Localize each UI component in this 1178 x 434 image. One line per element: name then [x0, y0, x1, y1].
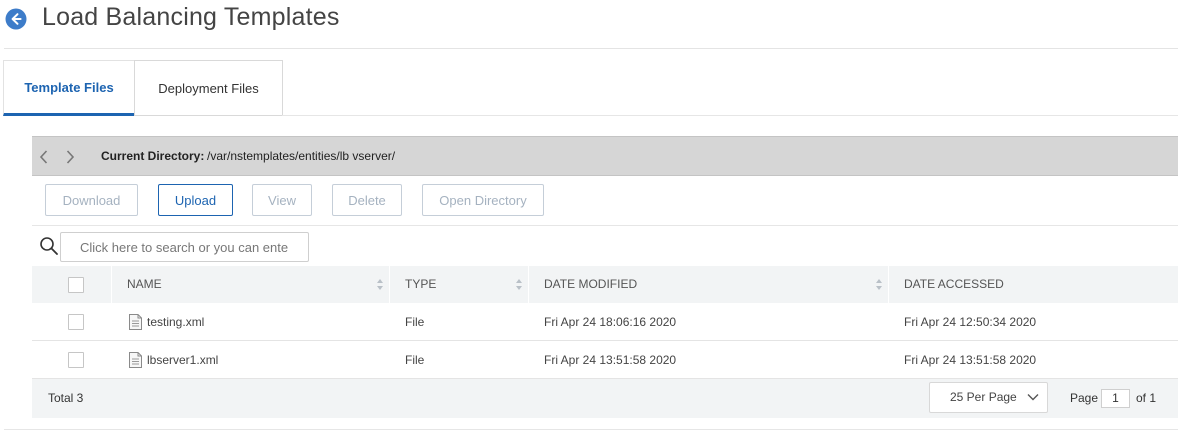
file-icon	[129, 314, 142, 330]
chevron-right-icon[interactable]	[62, 147, 78, 167]
view-button[interactable]: View	[252, 184, 312, 216]
date-modified: Fri Apr 24 13:51:58 2020	[544, 353, 677, 367]
page-number-input[interactable]: 1	[1101, 389, 1130, 408]
tab-deployment-files[interactable]: Deployment Files	[134, 60, 283, 116]
sort-icon[interactable]	[875, 278, 883, 291]
date-modified: Fri Apr 24 18:06:16 2020	[544, 315, 677, 329]
table-header: NAME TYPE DATE MODIFIED DATE ACCESSED	[32, 266, 1178, 303]
directory-bar: Current Directory: /var/nstemplates/enti…	[32, 136, 1178, 176]
file-name[interactable]: lbserver1.xml	[147, 341, 218, 379]
tabs-divider	[282, 115, 1178, 116]
page-title: Load Balancing Templates	[42, 3, 340, 31]
search-icon	[40, 237, 58, 255]
search-input[interactable]	[60, 232, 309, 262]
page-of-total: of 1	[1136, 391, 1157, 405]
file-name[interactable]: testing.xml	[147, 303, 204, 341]
total-count: Total 3	[48, 391, 84, 405]
file-browser-panel: Current Directory: /var/nstemplates/enti…	[32, 136, 1178, 418]
sort-icon[interactable]	[376, 278, 384, 291]
bottom-divider	[4, 429, 1178, 430]
column-divider	[389, 266, 390, 303]
open-directory-button[interactable]: Open Directory	[422, 184, 544, 216]
column-divider	[111, 266, 112, 303]
table-row[interactable]: testing.xml File Fri Apr 24 18:06:16 202…	[32, 303, 1178, 341]
tab-template-files[interactable]: Template Files	[3, 60, 134, 116]
sort-icon[interactable]	[515, 278, 523, 291]
download-button[interactable]: Download	[45, 184, 138, 216]
chevron-down-icon	[1027, 394, 1039, 401]
file-type: File	[405, 353, 425, 367]
delete-button[interactable]: Delete	[332, 184, 402, 216]
column-header-name[interactable]: NAME	[127, 266, 162, 303]
row-checkbox[interactable]	[68, 352, 84, 368]
header-divider	[4, 48, 1178, 49]
current-directory-path: /var/nstemplates/entities/lb vserver/	[207, 149, 396, 163]
back-arrow-circle-icon[interactable]	[5, 8, 27, 30]
date-accessed: Fri Apr 24 12:50:34 2020	[904, 315, 1037, 329]
row-checkbox[interactable]	[68, 314, 84, 330]
current-directory-label: Current Directory:	[101, 149, 205, 163]
column-header-date-accessed[interactable]: DATE ACCESSED	[904, 266, 1004, 303]
toolbar-divider	[32, 225, 1178, 226]
table-footer: Total 3 25 Per Page Page 1 of 1	[32, 379, 1178, 418]
select-all-checkbox[interactable]	[68, 277, 84, 293]
table-row[interactable]: lbserver1.xml File Fri Apr 24 13:51:58 2…	[32, 341, 1178, 379]
chevron-left-icon[interactable]	[36, 147, 52, 167]
file-type: File	[405, 315, 425, 329]
column-divider	[888, 266, 889, 303]
page-label: Page	[1070, 391, 1099, 405]
column-divider	[528, 266, 529, 303]
upload-button[interactable]: Upload	[158, 184, 233, 216]
column-header-date-modified[interactable]: DATE MODIFIED	[544, 266, 637, 303]
date-accessed: Fri Apr 24 13:51:58 2020	[904, 353, 1037, 367]
page-header: Load Balancing Templates	[0, 0, 1178, 48]
per-page-value: 25 Per Page	[950, 390, 1017, 404]
per-page-select[interactable]: 25 Per Page	[929, 382, 1048, 413]
file-icon	[129, 352, 142, 368]
column-header-type[interactable]: TYPE	[405, 266, 436, 303]
